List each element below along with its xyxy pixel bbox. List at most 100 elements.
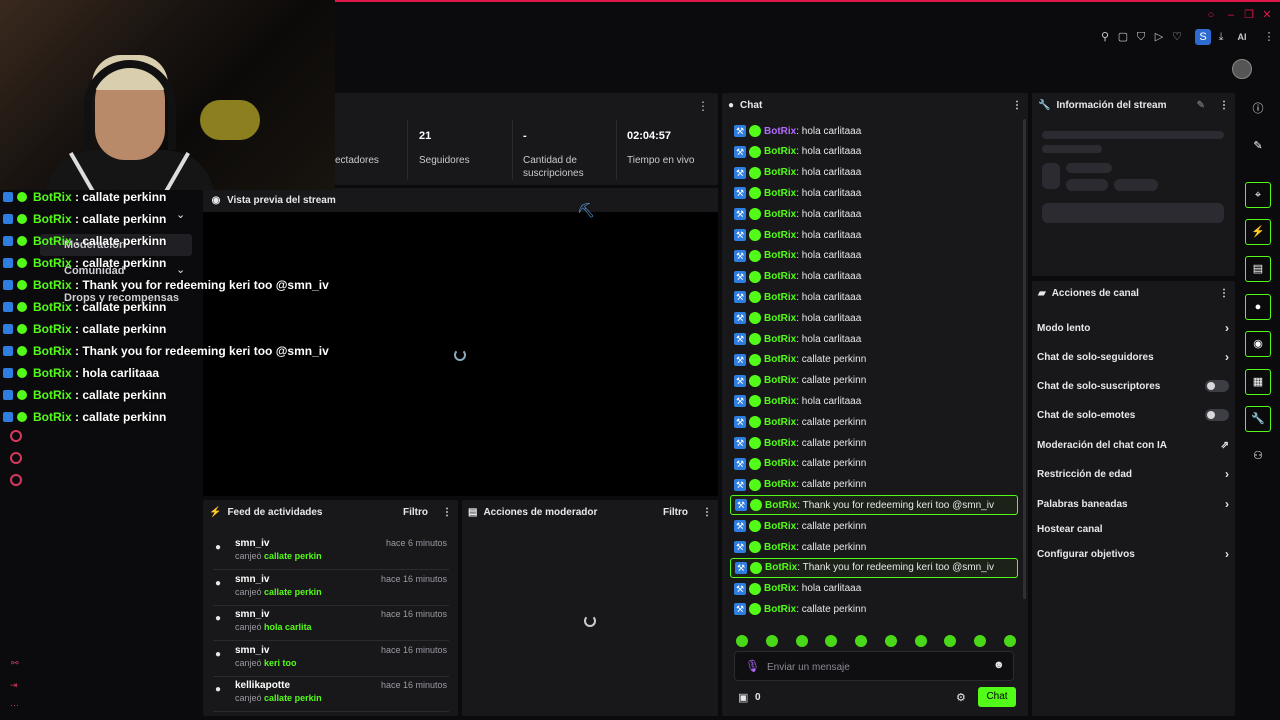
- layout-icon[interactable]: ▦: [1245, 369, 1271, 395]
- emote-icon[interactable]: [884, 635, 897, 647]
- chat-message[interactable]: ⚒ BotRix: callate perkinn: [730, 433, 1018, 453]
- emote-icon[interactable]: [855, 635, 868, 647]
- channel-action-row[interactable]: Palabras baneadas ›: [1037, 494, 1229, 514]
- search-icon[interactable]: ○: [1204, 8, 1218, 22]
- emote-icon[interactable]: [944, 635, 957, 647]
- chat-username[interactable]: BotRix: [764, 375, 796, 386]
- chat-message[interactable]: ⚒ BotRix: hola carlitaaa: [730, 142, 1018, 162]
- download-icon[interactable]: ⤓: [1214, 30, 1228, 44]
- mic-icon[interactable]: 🎙: [745, 659, 760, 673]
- stream-info-menu-icon[interactable]: ⋮: [1219, 100, 1229, 111]
- emote-icon[interactable]: [974, 635, 987, 647]
- avatar[interactable]: [1232, 59, 1252, 79]
- chat-username[interactable]: BotRix: [764, 458, 796, 469]
- link-icon[interactable]: ⚯: [11, 658, 19, 669]
- channel-action-row[interactable]: Moderación del chat con IA ⇗: [1037, 435, 1229, 455]
- chat-message[interactable]: ⚒ BotRix: hola carlitaaa: [730, 121, 1018, 141]
- users-icon[interactable]: ⚇: [1245, 443, 1271, 469]
- feed-user[interactable]: smn_iv: [235, 609, 269, 620]
- chat-username[interactable]: BotRix: [764, 396, 796, 407]
- profile-s-icon[interactable]: S: [1195, 29, 1211, 45]
- wrench-icon[interactable]: 🔧: [1245, 406, 1271, 432]
- chat-message[interactable]: ⚒ BotRix: hola carlitaaa: [730, 204, 1018, 224]
- chat-message[interactable]: ⚒ BotRix: Thank you for redeeming keri to…: [730, 557, 1018, 578]
- chat-username[interactable]: BotRix: [764, 521, 796, 532]
- document-icon[interactable]: ▤: [1245, 256, 1271, 282]
- chat-message[interactable]: ⚒ BotRix: hola carlitaaa: [730, 225, 1018, 245]
- channel-action-row[interactable]: Hostear canal: [1037, 519, 1229, 539]
- channel-action-row[interactable]: Configurar objetivos ›: [1037, 544, 1229, 564]
- chat-message[interactable]: ⚒ BotRix: hola carlitaaa: [730, 267, 1018, 287]
- clock-icon[interactable]: [10, 430, 22, 442]
- chat-username[interactable]: BotRix: [764, 146, 796, 157]
- close-icon[interactable]: ✕: [1260, 8, 1274, 22]
- chat-username[interactable]: BotRix: [764, 438, 796, 449]
- edit-icon[interactable]: ✎: [1197, 100, 1205, 111]
- chat-message[interactable]: ⚒ BotRix: hola carlitaaa: [730, 246, 1018, 266]
- emote-icon[interactable]: [765, 635, 778, 647]
- chat-message[interactable]: ⚒ BotRix: callate perkinn: [730, 412, 1018, 432]
- chat-message[interactable]: ⚒ BotRix: hola carlitaaa: [730, 163, 1018, 183]
- channel-action-row[interactable]: Chat de solo-suscriptores: [1037, 376, 1229, 396]
- maximize-icon[interactable]: ❐: [1242, 8, 1256, 22]
- chat-username[interactable]: BotRix: [764, 188, 796, 199]
- settings-icon[interactable]: [10, 474, 22, 486]
- chat-message[interactable]: ⚒ BotRix: Thank you for redeeming keri to…: [730, 495, 1018, 516]
- broadcast-icon[interactable]: ◉: [1245, 331, 1271, 357]
- chat-username[interactable]: BotRix: [764, 292, 796, 303]
- feed-user[interactable]: smn_iv: [235, 538, 269, 549]
- emote-icon[interactable]: [736, 635, 748, 647]
- chat-username[interactable]: BotRix: [764, 126, 796, 137]
- pencil-icon[interactable]: ✎: [1245, 133, 1271, 159]
- emote-icon[interactable]: [1003, 635, 1016, 647]
- toggle-switch[interactable]: [1205, 380, 1229, 392]
- emote-icon[interactable]: [795, 635, 808, 647]
- chat-username[interactable]: BotRix: [764, 417, 796, 428]
- chat-scrollbar[interactable]: [1023, 119, 1026, 599]
- chat-menu-icon[interactable]: ⋮: [1012, 100, 1022, 111]
- chat-username[interactable]: BotRix: [764, 167, 796, 178]
- chat-message[interactable]: ⚒ BotRix: callate perkinn: [730, 371, 1018, 391]
- emote-icon[interactable]: [825, 635, 838, 647]
- chat-username[interactable]: BotRix: [764, 271, 796, 282]
- chat-message[interactable]: ⚒ BotRix: hola carlitaaa: [730, 329, 1018, 349]
- chat-message[interactable]: ⚒ BotRix: callate perkinn: [730, 454, 1018, 474]
- heart-icon[interactable]: ♡: [1170, 30, 1184, 44]
- chat-input[interactable]: [767, 658, 987, 676]
- pin-icon[interactable]: ⚲: [1098, 30, 1112, 44]
- chat-message[interactable]: ⚒ BotRix: hola carlitaaa: [730, 287, 1018, 307]
- chat-message[interactable]: ⚒ BotRix: callate perkinn: [730, 475, 1018, 495]
- chat-username[interactable]: BotRix: [764, 583, 796, 594]
- chat-message[interactable]: ⚒ BotRix: hola carlitaaa: [730, 183, 1018, 203]
- feed-user[interactable]: smn_iv: [235, 574, 269, 585]
- channel-action-row[interactable]: Restricción de edad ›: [1037, 464, 1229, 484]
- channel-actions-menu-icon[interactable]: ⋮: [1219, 288, 1229, 299]
- chat-username[interactable]: BotRix: [764, 313, 796, 324]
- info-icon[interactable]: ⓘ: [1245, 96, 1271, 122]
- feed-filter-button[interactable]: Filtro: [403, 507, 428, 518]
- shield-icon[interactable]: ⛉: [1134, 30, 1148, 44]
- focus-icon[interactable]: ⌖: [1245, 182, 1271, 208]
- chat-username[interactable]: BotRix: [764, 230, 796, 241]
- channel-action-row[interactable]: Modo lento ›: [1037, 318, 1229, 338]
- feed-user[interactable]: smn_iv: [235, 645, 269, 656]
- chat-username[interactable]: BotRix: [764, 604, 796, 615]
- chat-username[interactable]: BotRix: [764, 354, 796, 365]
- gift-icon[interactable]: ▣: [738, 691, 748, 704]
- chat-message[interactable]: ⚒ BotRix: callate perkinn: [730, 599, 1018, 619]
- chat-message[interactable]: ⚒ BotRix: callate perkinn: [730, 516, 1018, 536]
- chat-username[interactable]: BotRix: [765, 562, 797, 573]
- chat-message[interactable]: ⚒ BotRix: hola carlitaaa: [730, 308, 1018, 328]
- toggle-switch[interactable]: [1205, 409, 1229, 421]
- ai-icon[interactable]: AI: [1232, 30, 1252, 44]
- chat-message[interactable]: ⚒ BotRix: callate perkinn: [730, 350, 1018, 370]
- channel-action-row[interactable]: Chat de solo-seguidores ›: [1037, 347, 1229, 367]
- mod-actions-filter-button[interactable]: Filtro: [663, 507, 688, 518]
- mod-actions-menu-icon[interactable]: ⋮: [702, 507, 712, 518]
- feed-menu-icon[interactable]: ⋮: [442, 507, 452, 518]
- more-icon[interactable]: ⋯: [10, 700, 19, 711]
- chat-username[interactable]: BotRix: [764, 334, 796, 345]
- chat-message[interactable]: ⚒ BotRix: callate perkinn: [730, 537, 1018, 557]
- emoji-icon[interactable]: ☻: [993, 659, 1005, 671]
- feed-user[interactable]: kellikapotte: [235, 680, 290, 691]
